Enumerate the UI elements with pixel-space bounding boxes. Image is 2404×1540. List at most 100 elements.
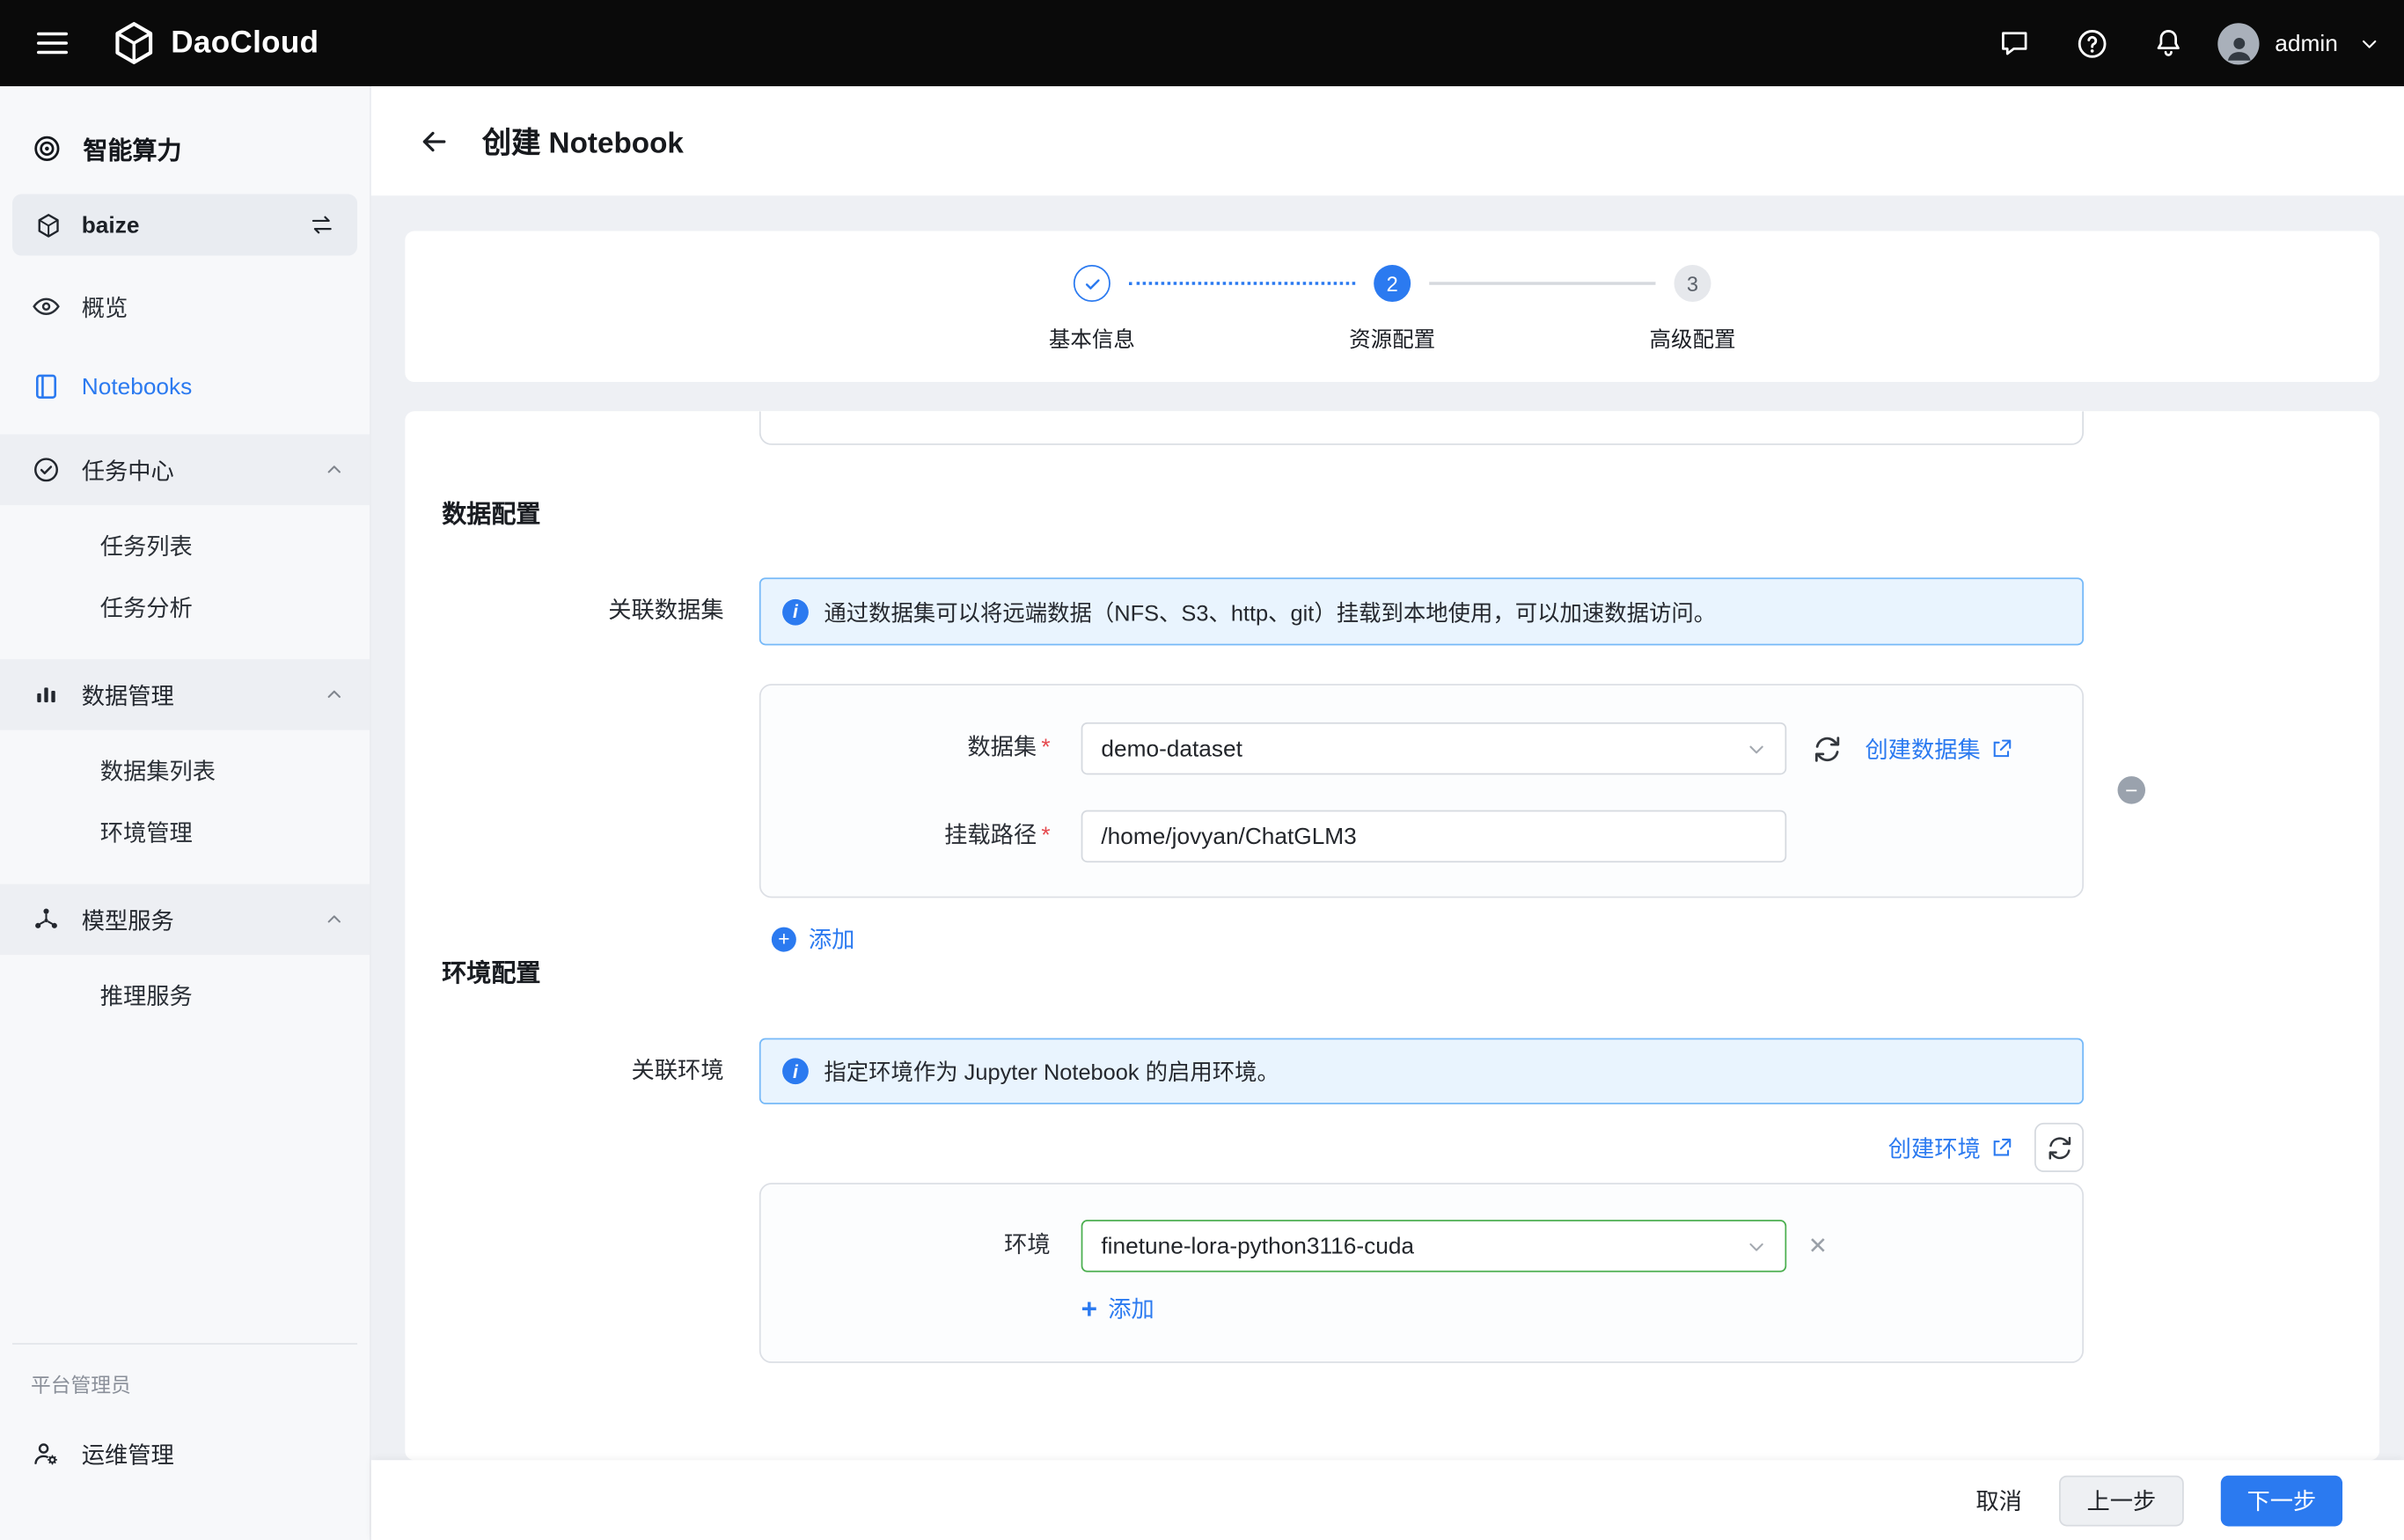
sidebar-item-environment-management[interactable]: 环境管理 xyxy=(0,801,370,862)
alert-text: 指定环境作为 Jupyter Notebook 的启用环境。 xyxy=(824,1055,1279,1088)
environment-select[interactable]: finetune-lora-python3116-cuda xyxy=(1081,1220,1787,1272)
menu-icon[interactable] xyxy=(34,25,71,62)
field-label: 关联数据集 xyxy=(405,577,723,645)
step-number: 3 xyxy=(1674,265,1711,302)
sidebar-item-label: Notebooks xyxy=(82,373,193,400)
switch-workspace-icon[interactable] xyxy=(308,211,336,239)
sidebar-item-dataset-list[interactable]: 数据集列表 xyxy=(0,739,370,801)
page-title: 创建 Notebook xyxy=(482,121,684,162)
sidebar-group-model-service[interactable]: 模型服务 xyxy=(0,884,370,956)
topbar-actions: admin xyxy=(1987,16,2379,71)
section-title-env-config: 环境配置 xyxy=(442,959,2379,990)
step-check-icon xyxy=(1074,265,1110,302)
env-association-row: 关联环境 i 指定环境作为 Jupyter Notebook 的启用环境。 创建… xyxy=(405,1038,2379,1362)
field-label: 挂载路径* xyxy=(761,810,1051,863)
sidebar-item-notebooks[interactable]: Notebooks xyxy=(0,355,370,420)
env-config-card: 环境 finetune-lora-python3116-cuda ✕ xyxy=(759,1183,2084,1362)
dataset-select[interactable]: demo-dataset xyxy=(1081,722,1787,775)
environment-select-value: finetune-lora-python3116-cuda xyxy=(1101,1233,1414,1259)
cancel-button[interactable]: 取消 xyxy=(1975,1484,2022,1516)
sidebar-group-data-management[interactable]: 数据管理 xyxy=(0,659,370,730)
sidebar-item-ops-management[interactable]: 运维管理 xyxy=(0,1420,370,1488)
info-icon: i xyxy=(782,598,809,625)
workspace-name: baize xyxy=(82,212,140,238)
notifications-icon[interactable] xyxy=(2141,16,2196,71)
bar-chart-icon xyxy=(31,679,62,710)
step-label: 资源配置 xyxy=(1349,324,1435,355)
avatar[interactable] xyxy=(2218,22,2260,63)
step-label: 高级配置 xyxy=(1649,324,1735,355)
person-gear-icon xyxy=(31,1439,62,1470)
create-environment-link[interactable]: 创建环境 xyxy=(1888,1132,2013,1164)
eye-icon xyxy=(31,291,62,322)
topbar: DaoCloud admin xyxy=(0,0,2404,86)
add-dataset-button[interactable]: + 添加 xyxy=(772,922,855,955)
sidebar-product: 智能算力 xyxy=(0,114,370,182)
brand: DaoCloud xyxy=(111,20,319,67)
help-icon[interactable] xyxy=(2064,16,2120,71)
dataset-select-row: 数据集* demo-dataset xyxy=(761,722,2083,775)
sidebar-group-label: 数据管理 xyxy=(82,678,174,711)
sidebar-group-task-center[interactable]: 任务中心 xyxy=(0,435,370,506)
daocloud-logo-icon xyxy=(111,20,158,67)
brand-name: DaoCloud xyxy=(171,26,319,61)
add-environment-button[interactable]: + 添加 xyxy=(1081,1292,1154,1324)
dataset-info-alert: i 通过数据集可以将远端数据（NFS、S3、http、git）挂载到本地使用，可… xyxy=(759,577,2084,645)
remove-dataset-icon[interactable]: − xyxy=(2118,776,2146,804)
workspace-selector[interactable]: baize xyxy=(12,194,357,256)
field-label: 数据集* xyxy=(761,722,1051,775)
sidebar-role-label: 平台管理员 xyxy=(31,1369,370,1398)
sidebar-item-label: 概览 xyxy=(82,290,128,323)
sidebar-item-label: 推理服务 xyxy=(100,979,193,1011)
step-connector-solid xyxy=(1429,282,1655,285)
env-info-alert: i 指定环境作为 Jupyter Notebook 的启用环境。 xyxy=(759,1038,2084,1104)
model-nodes-icon xyxy=(31,904,62,935)
sidebar-item-label: 环境管理 xyxy=(100,816,193,848)
messages-icon[interactable] xyxy=(1987,16,2042,71)
dataset-association-row: 关联数据集 i 通过数据集可以将远端数据（NFS、S3、http、git）挂载到… xyxy=(405,577,2379,955)
step-resource-config: 2 资源配置 xyxy=(1374,265,1411,302)
app-root: DaoCloud admin 智能算力 xyxy=(0,0,2404,1540)
chevron-up-icon xyxy=(324,684,346,706)
sidebar-item-label: 运维管理 xyxy=(82,1438,174,1470)
env-actions-row: 创建环境 xyxy=(759,1123,2084,1172)
external-link-icon xyxy=(1990,737,2012,759)
step-advanced-config: 3 高级配置 xyxy=(1674,265,1711,302)
step-label: 基本信息 xyxy=(1049,324,1135,355)
chevron-down-icon[interactable] xyxy=(2359,33,2379,54)
external-link-icon xyxy=(1990,1136,2012,1159)
required-mark: * xyxy=(1041,735,1050,761)
mount-path-input[interactable] xyxy=(1081,810,1787,863)
dataset-config-card: 数据集* demo-dataset xyxy=(759,684,2084,898)
sidebar-item-task-analysis[interactable]: 任务分析 xyxy=(0,576,370,638)
create-dataset-link[interactable]: 创建数据集 xyxy=(1865,732,2012,765)
sidebar-item-task-list[interactable]: 任务列表 xyxy=(0,515,370,576)
env-select-row: 环境 finetune-lora-python3116-cuda ✕ xyxy=(761,1220,2083,1272)
previous-step-button[interactable]: 上一步 xyxy=(2059,1475,2184,1526)
sidebar-item-inference-service[interactable]: 推理服务 xyxy=(0,964,370,1026)
plus-icon: + xyxy=(1081,1294,1097,1323)
chevron-down-icon xyxy=(1747,1236,1767,1257)
sidebar-item-label: 任务列表 xyxy=(100,529,193,561)
username[interactable]: admin xyxy=(2275,30,2338,56)
check-circle-icon xyxy=(31,454,62,485)
main-content: 创建 Notebook 基本信息 2 资源配置 3 高级配 xyxy=(371,86,2404,1540)
field-label: 环境 xyxy=(761,1220,1051,1272)
clear-environment-icon[interactable]: ✕ xyxy=(1808,1235,1828,1258)
stepper-card: 基本信息 2 资源配置 3 高级配置 xyxy=(405,231,2379,383)
sidebar-group-label: 任务中心 xyxy=(82,453,174,486)
sidebar-divider xyxy=(12,1343,357,1345)
sidebar-item-overview[interactable]: 概览 xyxy=(0,275,370,340)
refresh-datasets-icon[interactable] xyxy=(1811,732,1843,765)
info-icon: i xyxy=(782,1058,809,1084)
wizard-footer: 取消 上一步 下一步 xyxy=(371,1460,2404,1540)
clipped-field-edge xyxy=(759,411,2084,445)
step-basic-info: 基本信息 xyxy=(1074,265,1110,302)
back-arrow-icon[interactable] xyxy=(413,120,456,163)
page-header: 创建 Notebook xyxy=(371,86,2404,195)
next-step-button[interactable]: 下一步 xyxy=(2221,1475,2342,1526)
chevron-up-icon xyxy=(324,909,346,931)
plus-circle-icon: + xyxy=(772,927,796,951)
field-label: 关联环境 xyxy=(405,1038,723,1106)
refresh-environments-icon[interactable] xyxy=(2034,1123,2084,1172)
